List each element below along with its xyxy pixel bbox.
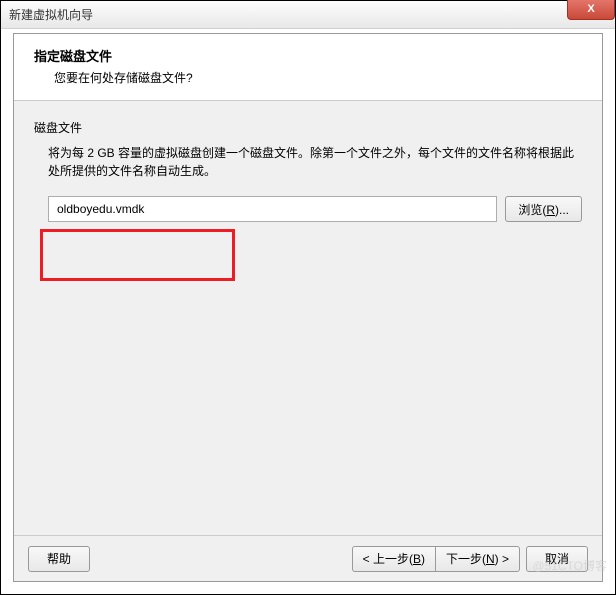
close-icon: X: [587, 3, 594, 15]
disk-file-input[interactable]: [48, 196, 497, 222]
close-button[interactable]: X: [567, 0, 615, 20]
back-button[interactable]: < 上一步(B): [352, 546, 435, 572]
window-title: 新建虚拟机向导: [9, 6, 93, 23]
disk-file-label: 磁盘文件: [34, 119, 582, 136]
next-button[interactable]: 下一步(N) >: [435, 546, 520, 572]
input-row: 浏览(R)...: [34, 196, 582, 222]
content-area: 磁盘文件 将为每 2 GB 容量的虚拟磁盘创建一个磁盘文件。除第一个文件之外，每…: [14, 101, 602, 240]
dialog-header: 指定磁盘文件 您要在何处存储磁盘文件?: [14, 34, 602, 101]
dialog-body: 指定磁盘文件 您要在何处存储磁盘文件? 磁盘文件 将为每 2 GB 容量的虚拟磁…: [13, 33, 603, 582]
browse-button[interactable]: 浏览(R)...: [505, 196, 582, 222]
page-title: 指定磁盘文件: [34, 46, 582, 65]
footer: 帮助 < 上一步(B) 下一步(N) > 取消: [14, 535, 602, 581]
watermark: @51CTO博客: [532, 557, 607, 574]
description-text: 将为每 2 GB 容量的虚拟磁盘创建一个磁盘文件。除第一个文件之外，每个文件的文…: [34, 144, 582, 180]
help-button[interactable]: 帮助: [28, 546, 90, 572]
titlebar: 新建虚拟机向导 X: [1, 1, 615, 29]
page-subtitle: 您要在何处存储磁盘文件?: [54, 69, 582, 86]
